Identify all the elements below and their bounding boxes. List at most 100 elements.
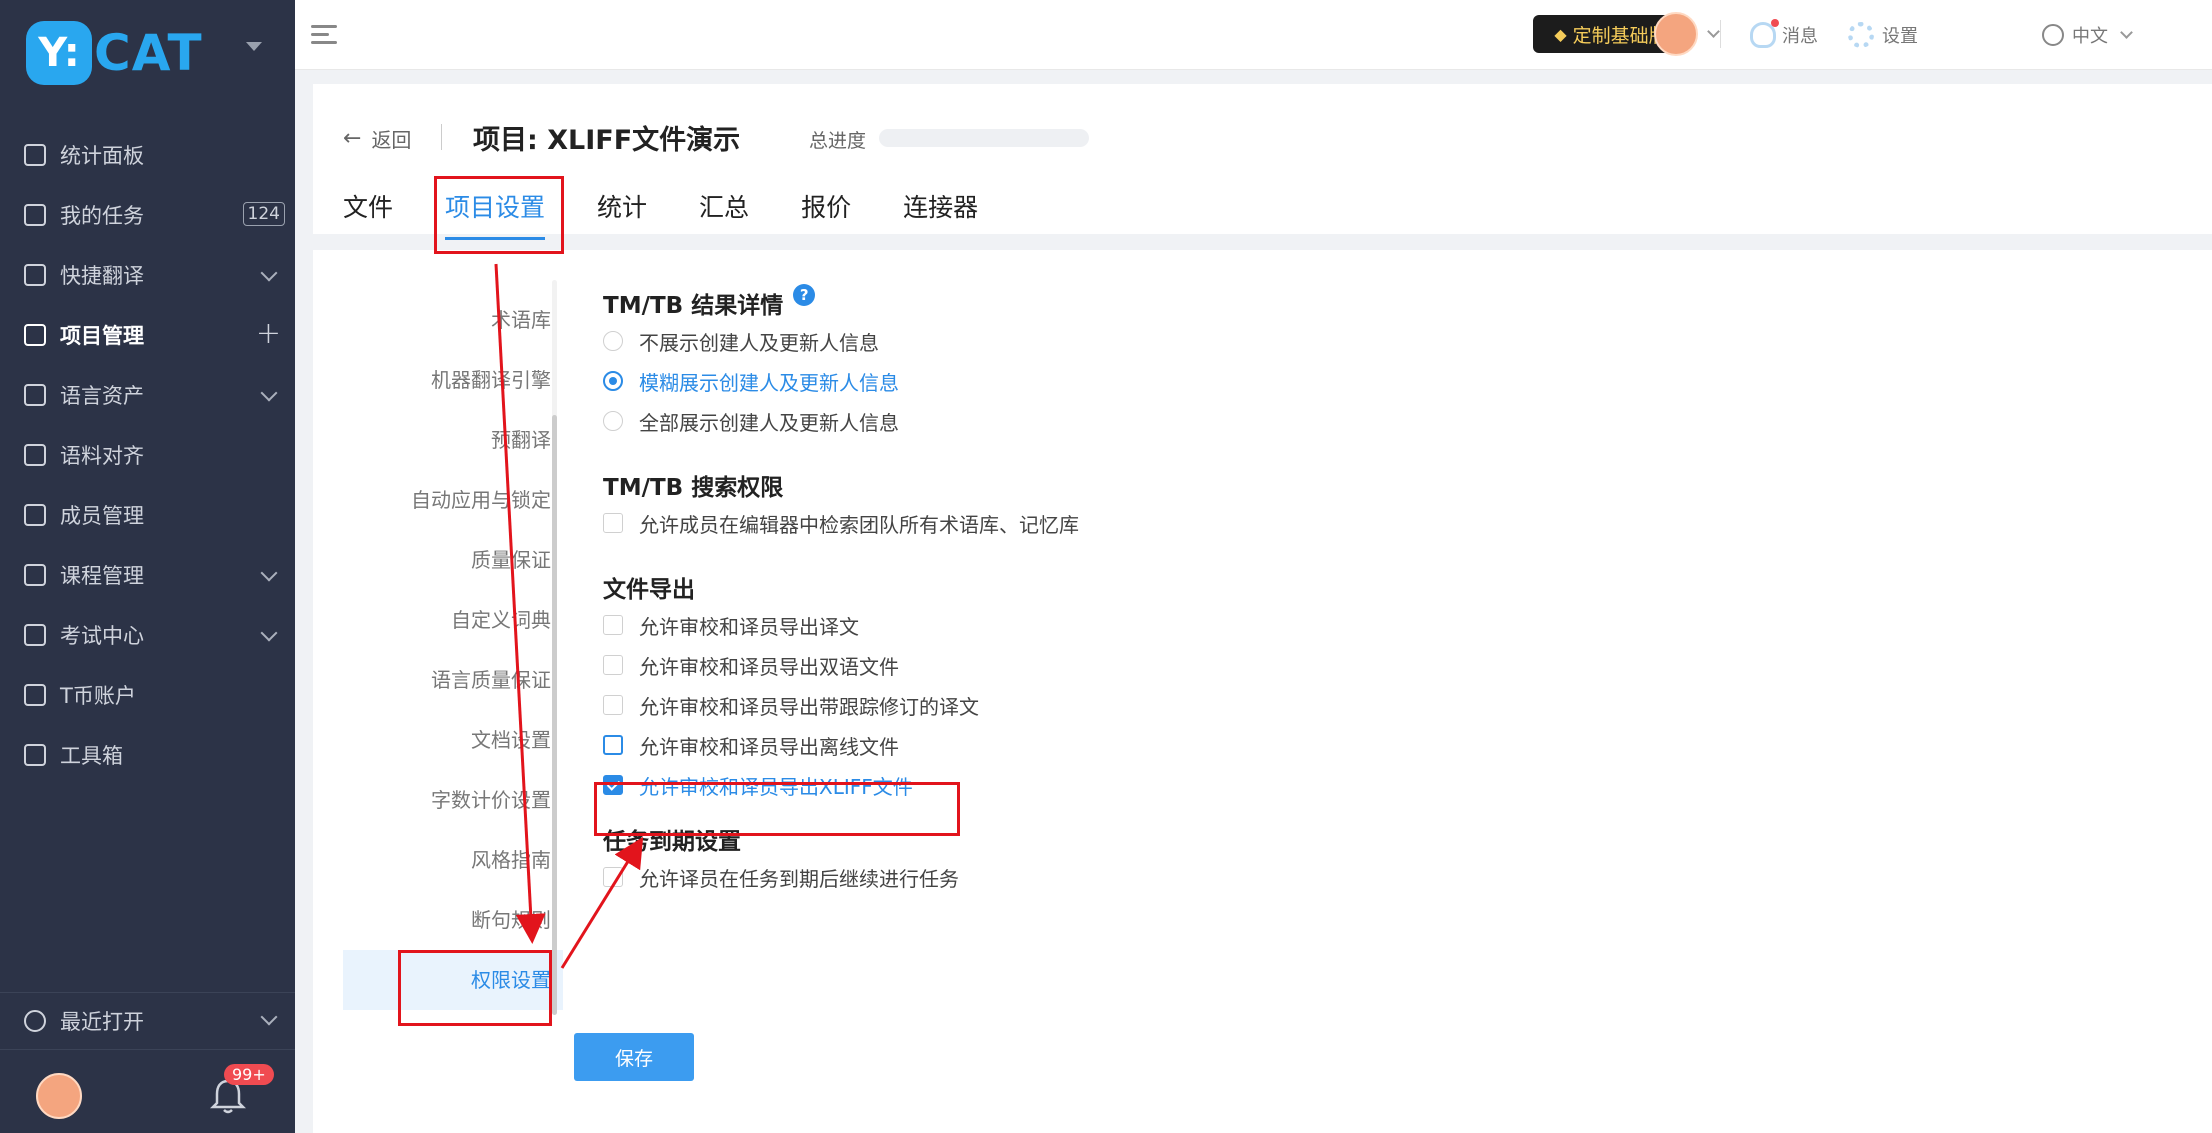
- subnav-item-custom-dictionary[interactable]: 自定义词典: [313, 590, 563, 650]
- subnav-item-word-count-pricing[interactable]: 字数计价设置: [313, 770, 563, 830]
- messages-label: 消息: [1782, 26, 1818, 47]
- subnav-item-qa[interactable]: 质量保证: [313, 530, 563, 590]
- menu-toggle-icon[interactable]: [311, 25, 337, 47]
- subnav-item-document-settings[interactable]: 文档设置: [313, 710, 563, 770]
- sidebar-item-my-tasks[interactable]: 我的任务 124: [0, 185, 295, 245]
- checkbox[interactable]: [603, 695, 623, 715]
- add-project-icon[interactable]: +: [256, 319, 281, 349]
- tab-statistics[interactable]: 统计: [597, 188, 647, 228]
- radio-button[interactable]: [603, 411, 623, 431]
- dashboard-icon: [24, 144, 46, 166]
- option-label: 全部展示创建人及更新人信息: [639, 410, 899, 435]
- app-logo[interactable]: Y: CAT: [26, 18, 206, 88]
- checkbox-option[interactable]: 允许译员在任务到期后继续进行任务: [603, 857, 1079, 897]
- chevron-down-icon: [260, 1008, 278, 1026]
- unread-dot: [1771, 19, 1779, 27]
- exam-icon: [24, 624, 46, 646]
- logo-text: CAT: [94, 24, 203, 82]
- logo-mark: Y:: [26, 21, 92, 85]
- sidebar-item-language-assets[interactable]: 语言资产: [0, 365, 295, 425]
- sidebar-item-label: T币账户: [60, 684, 136, 708]
- language-switcher[interactable]: 中文: [2042, 20, 2133, 50]
- project-header: ← 返回 项目: XLIFF文件演示 总进度 文件 项目设置 统计 汇总 报价 …: [313, 84, 2212, 240]
- database-icon: [24, 384, 46, 406]
- globe-icon: [2042, 24, 2064, 46]
- checkbox-option[interactable]: 允许审校和译员导出译文: [603, 605, 1079, 645]
- sidebar-menu: 统计面板 我的任务 124 快捷翻译 项目管理 + 语言资产 语料对齐 成员管理…: [0, 125, 295, 785]
- sidebar-item-label: 语料对齐: [60, 444, 144, 468]
- option-label: 模糊展示创建人及更新人信息: [639, 370, 899, 395]
- sidebar-item-label: 考试中心: [60, 624, 144, 648]
- tab-files[interactable]: 文件: [343, 188, 393, 228]
- option-label: 允许审校和译员导出离线文件: [639, 734, 899, 759]
- overall-progress-bar: [879, 129, 1089, 147]
- subnav-item-mt-engine[interactable]: 机器翻译引擎: [313, 350, 563, 410]
- option-label: 允许审校和译员导出译文: [639, 614, 859, 639]
- subnav-item-auto-apply-lock[interactable]: 自动应用与锁定: [313, 470, 563, 530]
- sidebar-item-dashboard[interactable]: 统计面板: [0, 125, 295, 185]
- tab-quote[interactable]: 报价: [801, 188, 851, 228]
- settings-panel: 术语库 机器翻译引擎 预翻译 自动应用与锁定 质量保证 自定义词典 语言质量保证…: [313, 250, 2212, 1133]
- subnav-item-style-guide[interactable]: 风格指南: [313, 830, 563, 890]
- subnav-item-lqa[interactable]: 语言质量保证: [313, 650, 563, 710]
- sidebar-item-corpus-alignment[interactable]: 语料对齐: [0, 425, 295, 485]
- option-label: 不展示创建人及更新人信息: [639, 330, 879, 355]
- course-icon: [24, 564, 46, 586]
- help-icon[interactable]: ?: [793, 284, 816, 306]
- sidebar-item-label: 成员管理: [60, 504, 144, 528]
- messages-button[interactable]: 消息: [1750, 19, 1818, 50]
- save-button[interactable]: 保存: [574, 1033, 694, 1081]
- task-icon: [24, 204, 46, 226]
- sidebar-item-quick-translate[interactable]: 快捷翻译: [0, 245, 295, 305]
- sidebar-item-courses[interactable]: 课程管理: [0, 545, 295, 605]
- tab-summary[interactable]: 汇总: [699, 188, 749, 228]
- back-label: 返回: [371, 128, 412, 152]
- radio-button[interactable]: [603, 331, 623, 351]
- toolbox-icon: [24, 744, 46, 766]
- user-avatar[interactable]: [36, 1073, 82, 1119]
- top-user-avatar[interactable]: [1654, 12, 1698, 56]
- settings-button[interactable]: 设置: [1848, 20, 1918, 50]
- recent-label: 最近打开: [60, 1010, 144, 1034]
- back-button[interactable]: ← 返回: [343, 124, 411, 153]
- scrollbar-thumb[interactable]: [552, 415, 557, 1015]
- checkbox-option[interactable]: 允许审校和译员导出离线文件: [603, 725, 1079, 765]
- checkbox[interactable]: [603, 867, 623, 887]
- project-icon: [24, 324, 46, 346]
- sidebar-item-project-management[interactable]: 项目管理 +: [0, 305, 295, 365]
- language-label: 中文: [2072, 26, 2108, 47]
- checkbox[interactable]: [603, 735, 623, 755]
- sidebar-item-toolbox[interactable]: 工具箱: [0, 725, 295, 785]
- divider: [441, 124, 442, 150]
- subnav-item-termbase[interactable]: 术语库: [313, 290, 563, 350]
- sidebar-recent-opened[interactable]: 最近打开: [0, 992, 295, 1050]
- checkbox-option[interactable]: 允许成员在编辑器中检索团队所有术语库、记忆库: [603, 503, 1079, 543]
- members-icon: [24, 504, 46, 526]
- subnav-item-pretranslate[interactable]: 预翻译: [313, 410, 563, 470]
- chevron-down-icon: [260, 384, 278, 402]
- notification-count-badge: 99+: [224, 1064, 274, 1085]
- checkbox[interactable]: [603, 615, 623, 635]
- radio-option[interactable]: 模糊展示创建人及更新人信息: [603, 361, 1079, 401]
- arrow-left-icon: ←: [343, 126, 362, 151]
- section-title-tmtb-search: TM/TB 搜索权限: [603, 475, 784, 501]
- settings-label: 设置: [1882, 26, 1918, 47]
- subnav-scrollbar[interactable]: [552, 280, 557, 1015]
- radio-button-selected[interactable]: [603, 371, 623, 391]
- logo-dropdown-caret-icon[interactable]: [246, 42, 262, 51]
- subnav-item-segmentation-rules[interactable]: 断句规则: [313, 890, 563, 950]
- sidebar-item-members[interactable]: 成员管理: [0, 485, 295, 545]
- sidebar-item-label: 语言资产: [60, 384, 144, 408]
- sidebar-item-t-coin-account[interactable]: T币账户: [0, 665, 295, 725]
- checkbox[interactable]: [603, 513, 623, 533]
- tab-connector[interactable]: 连接器: [903, 188, 978, 228]
- checkbox-option[interactable]: 允许审校和译员导出双语文件: [603, 645, 1079, 685]
- sidebar-item-exam-center[interactable]: 考试中心: [0, 605, 295, 665]
- checkbox[interactable]: [603, 655, 623, 675]
- radio-option[interactable]: 全部展示创建人及更新人信息: [603, 401, 1079, 441]
- radio-option[interactable]: 不展示创建人及更新人信息: [603, 321, 1079, 361]
- progress-label: 总进度: [809, 130, 867, 152]
- chevron-down-icon: [260, 264, 278, 282]
- checkbox-option[interactable]: 允许审校和译员导出带跟踪修订的译文: [603, 685, 1079, 725]
- chevron-down-icon[interactable]: [1707, 25, 1720, 38]
